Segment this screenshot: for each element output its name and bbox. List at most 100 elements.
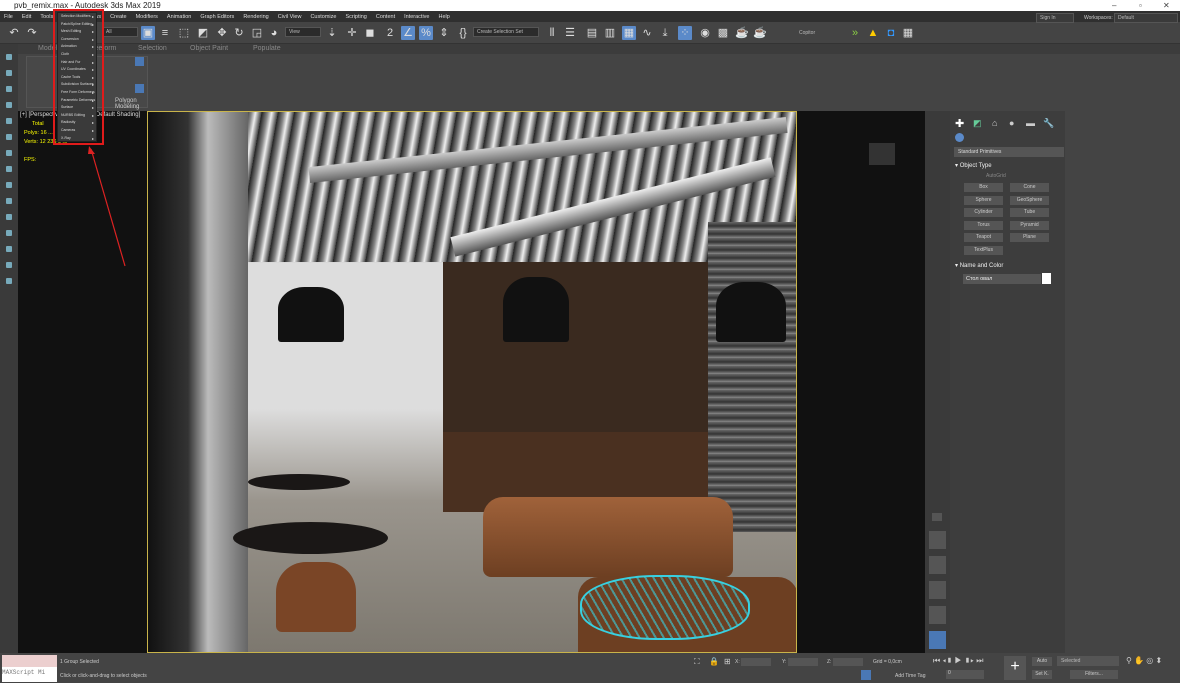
primitive-button[interactable]: Teapot xyxy=(964,233,1003,242)
curve-editor-icon[interactable]: ∿ xyxy=(640,26,654,40)
maxscript-listener[interactable]: MAXScript Mi xyxy=(2,655,57,682)
primitive-button[interactable]: TextPlus xyxy=(964,245,1003,255)
primitive-button[interactable]: Plane xyxy=(1010,233,1049,242)
category-dropdown[interactable]: Standard Primitives xyxy=(954,147,1064,157)
primitive-button[interactable]: Cone xyxy=(1010,183,1049,192)
key-filters-button[interactable]: Filters... xyxy=(1070,670,1118,679)
mirror-icon[interactable]: ⫴ xyxy=(545,26,559,40)
viewport-nav-icons[interactable]: ⚲ ✋ ◎ ⬍ xyxy=(1126,656,1162,665)
perspective-viewport[interactable] xyxy=(147,111,797,653)
plugin-icon[interactable]: ◘ xyxy=(884,26,898,40)
menu-interactive[interactable]: Interactive xyxy=(404,14,429,20)
material-editor-icon[interactable]: ◉ xyxy=(698,26,712,40)
menu-tools[interactable]: Tools xyxy=(40,14,53,20)
menu-animation[interactable]: Animation xyxy=(167,14,191,20)
z-coord-field[interactable] xyxy=(833,658,863,666)
autogrid-checkbox[interactable]: AutoGrid xyxy=(986,173,1006,179)
copitor-label[interactable]: Copitor xyxy=(799,30,815,36)
isolate-icon[interactable]: ⛶ xyxy=(694,657,700,667)
spinner-snap-icon[interactable]: ⇕ xyxy=(437,26,451,40)
ribbon-tool-icon[interactable] xyxy=(135,84,144,93)
select-by-name-icon[interactable]: ≡ xyxy=(158,26,172,40)
expand-icon[interactable] xyxy=(932,513,942,521)
undo-icon[interactable]: ↶ xyxy=(7,26,21,40)
layer-explorer-icon[interactable]: ▥ xyxy=(603,26,617,40)
primitive-button[interactable]: Pyramid xyxy=(1010,220,1049,230)
menu-graph-editors[interactable]: Graph Editors xyxy=(200,14,234,20)
workspaces-dropdown[interactable]: Default xyxy=(1114,13,1178,23)
primitive-button[interactable]: Cylinder xyxy=(964,208,1003,217)
warning-icon[interactable]: ▲ xyxy=(866,26,880,40)
set-key-icon[interactable]: + xyxy=(1004,656,1026,680)
chevron-icon[interactable]: » xyxy=(848,26,862,40)
selection-filter-dropdown[interactable]: All xyxy=(102,27,138,37)
grid-icon[interactable]: ▦ xyxy=(901,26,915,40)
keyboard-shortcut-icon[interactable]: ◼ xyxy=(363,26,377,40)
minimize-button[interactable]: – xyxy=(1112,0,1116,11)
primitive-button[interactable]: Sphere xyxy=(964,195,1003,205)
ribbon-tab[interactable]: Populate xyxy=(253,45,281,52)
motion-tab-icon[interactable]: ● xyxy=(1009,118,1014,128)
ribbon-panel-label[interactable]: Polygon Modeling xyxy=(115,98,139,110)
pivot-icon[interactable]: ⇣ xyxy=(325,26,339,40)
reference-coord-dropdown[interactable]: View xyxy=(285,27,321,37)
sign-in-dropdown[interactable]: Sign In xyxy=(1036,13,1074,23)
hierarchy-tab-icon[interactable]: ⌂ xyxy=(992,118,997,128)
menu-create[interactable]: Create xyxy=(110,14,127,20)
absolute-mode-icon[interactable]: ⊞ xyxy=(724,657,731,666)
utilities-tab-icon[interactable]: 🔧 xyxy=(1043,118,1054,129)
render-icon[interactable]: ☕ xyxy=(735,26,749,40)
close-button[interactable]: ✕ xyxy=(1163,0,1170,11)
scale-icon[interactable]: ◲ xyxy=(250,26,264,40)
key-filter-dropdown[interactable]: Selected xyxy=(1057,656,1119,666)
selection-set-dropdown[interactable]: Create Selection Set xyxy=(473,27,539,37)
percent-snap-icon[interactable]: % xyxy=(419,26,433,40)
ribbon-tab[interactable]: Object Paint xyxy=(190,45,228,52)
rotate-icon[interactable]: ↻ xyxy=(232,26,246,40)
create-tab-icon[interactable]: ✚ xyxy=(955,117,964,130)
select-manipulate-icon[interactable]: ✛ xyxy=(345,26,359,40)
set-key-button[interactable]: Set K. xyxy=(1032,670,1052,679)
menu-edit[interactable]: Edit xyxy=(22,14,31,20)
named-selection-icon[interactable]: {} xyxy=(456,26,470,40)
display-tab-icon[interactable]: ▬ xyxy=(1026,118,1035,128)
select-object-icon[interactable]: ▣ xyxy=(141,26,155,40)
menu-rendering[interactable]: Rendering xyxy=(243,14,268,20)
redo-icon[interactable]: ↷ xyxy=(25,26,39,40)
window-crossing-icon[interactable]: ◩ xyxy=(196,26,210,40)
schematic-view-icon[interactable]: ⁘ xyxy=(678,26,692,40)
menu-file[interactable]: File xyxy=(4,14,13,20)
auto-key-button[interactable]: Auto xyxy=(1032,657,1052,666)
angle-snap-icon[interactable]: ∠ xyxy=(401,26,415,40)
modify-tab-icon[interactable]: ◩ xyxy=(973,118,982,129)
lock-icon[interactable]: 🔒 xyxy=(709,657,719,666)
rect-selection-icon[interactable]: ⬚ xyxy=(177,26,191,40)
ribbon-toggle-icon[interactable]: ▦ xyxy=(622,26,636,40)
x-coord-field[interactable] xyxy=(741,658,771,666)
menu-modifiers[interactable]: Modifiers xyxy=(136,14,158,20)
menu-content[interactable]: Content xyxy=(376,14,395,20)
object-name-input[interactable]: Стол овал xyxy=(963,274,1041,284)
placement-icon[interactable]: ◕ xyxy=(267,26,281,40)
snap-toggle-icon[interactable]: 2 xyxy=(383,26,397,40)
dope-sheet-icon[interactable]: ⤓ xyxy=(658,26,672,40)
y-coord-field[interactable] xyxy=(788,658,818,666)
primitive-button[interactable]: Torus xyxy=(964,220,1003,230)
primitive-button[interactable]: Tube xyxy=(1010,208,1049,217)
frame-field[interactable]: 0 xyxy=(946,670,984,679)
geometry-icon[interactable] xyxy=(955,133,964,142)
object-color-swatch[interactable] xyxy=(1042,273,1051,284)
ribbon-tab[interactable]: Selection xyxy=(138,45,167,52)
render-frame-icon[interactable]: ☕ xyxy=(753,26,767,40)
primitive-button[interactable]: Box xyxy=(964,183,1003,192)
move-icon[interactable]: ✥ xyxy=(215,26,229,40)
menu-help[interactable]: Help xyxy=(438,14,449,20)
add-time-tag[interactable]: Add Time Tag xyxy=(895,673,925,679)
time-tag-icon[interactable] xyxy=(861,670,871,680)
selected-oval-table[interactable] xyxy=(580,575,750,640)
menu-customize[interactable]: Customize xyxy=(310,14,336,20)
playback-controls[interactable]: ⏮ ◂▮ ▶ ▮▸ ⏭ xyxy=(933,656,983,666)
ribbon-tool-icon[interactable] xyxy=(135,57,144,66)
menu-scripting[interactable]: Scripting xyxy=(345,14,366,20)
menu-civil-view[interactable]: Civil View xyxy=(278,14,302,20)
